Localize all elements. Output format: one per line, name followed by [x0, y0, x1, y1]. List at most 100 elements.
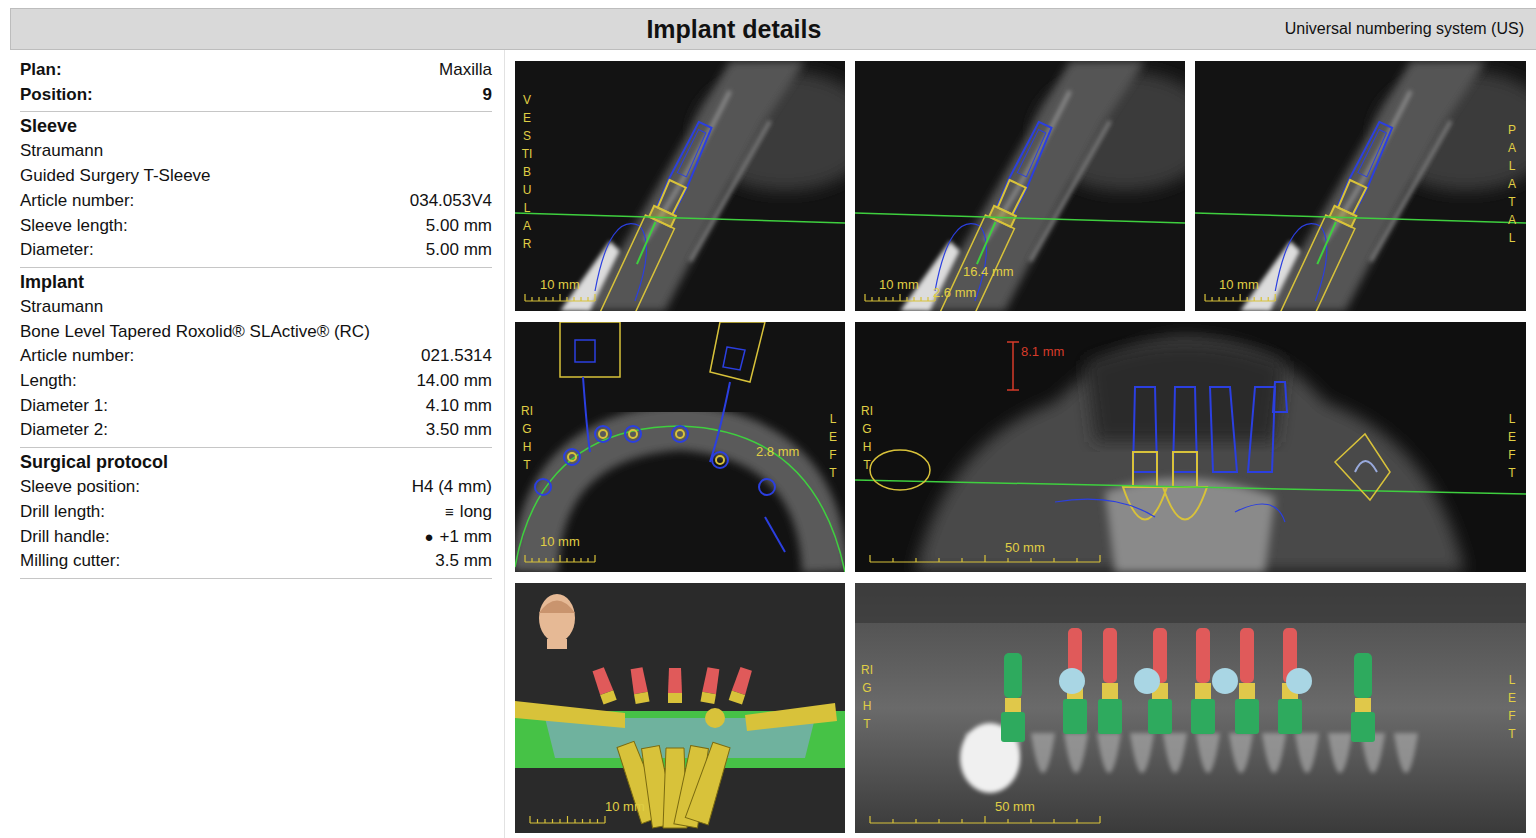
value-text: H4 (4 mm) — [412, 477, 492, 496]
cross-section-image — [1195, 61, 1526, 311]
detail-value: ≡ long — [445, 500, 492, 525]
scale-label: 50 mm — [995, 799, 1035, 814]
detail-row: Position: 9 — [20, 83, 492, 108]
value-text: +1 mm — [440, 527, 492, 546]
measurement-label: 2.6 mm — [933, 285, 976, 300]
detail-row: Sleeve length: 5.00 mm — [20, 214, 492, 239]
cross-section-view[interactable]: 10 mm 16.4 mm 2.6 mm — [855, 61, 1185, 311]
detail-section: Surgical protocolSleeve position:H4 (4 m… — [20, 448, 492, 579]
3d-view[interactable]: 10 mm — [515, 583, 845, 833]
detail-line: Straumann — [20, 139, 492, 164]
detail-line: Guided Surgery T-Sleeve — [20, 164, 492, 189]
detail-value: 3.50 mm — [426, 418, 492, 443]
measurement-label: 2.8 mm — [756, 444, 799, 459]
detail-value: 034.053V4 — [410, 189, 492, 214]
detail-label: Drill length: — [20, 500, 105, 525]
window-title: Implant details — [23, 9, 1285, 49]
detail-row: Article number: 034.053V4 — [20, 189, 492, 214]
title-bar: Implant detailsUniversal numbering syste… — [10, 8, 1536, 50]
value-text: 021.5314 — [421, 346, 492, 365]
value-text: 5.00 mm — [426, 216, 492, 235]
detail-row: Diameter: 5.00 mm — [20, 238, 492, 263]
value-text: 14.00 mm — [416, 371, 492, 390]
detail-section: Plan: Maxilla Position: 9 — [20, 56, 492, 112]
orientation-label: RIGHT — [521, 402, 533, 474]
detail-label: Diameter 1: — [20, 394, 108, 419]
panoramic-image — [855, 583, 1526, 833]
detail-label: Length: — [20, 369, 77, 394]
detail-label: Position: — [20, 83, 93, 108]
scale-label: 10 mm — [540, 534, 580, 549]
value-text: 4.10 mm — [426, 396, 492, 415]
panoramic-view[interactable]: RIGHT LEFT 50 mm — [855, 583, 1526, 833]
orientation-label: LEFT — [1506, 410, 1518, 482]
cross-section-view[interactable]: PALATAL 10 mm — [1195, 61, 1526, 311]
value-text: Maxilla — [439, 60, 492, 79]
section-title: Sleeve — [20, 114, 492, 139]
detail-label: Sleeve length: — [20, 214, 128, 239]
scale-label: 10 mm — [605, 799, 645, 814]
drill-handle-icon: ● — [425, 525, 434, 550]
drill-length-icon: ≡ — [445, 500, 454, 525]
measurement-label: 8.1 mm — [1021, 344, 1064, 359]
detail-value: H4 (4 mm) — [412, 475, 492, 500]
detail-label: Diameter: — [20, 238, 94, 263]
detail-line: Bone Level Tapered Roxolid® SLActive® (R… — [20, 320, 492, 345]
scale-label: 50 mm — [1005, 540, 1045, 555]
value-text: 034.053V4 — [410, 191, 492, 210]
detail-row: Diameter 1: 4.10 mm — [20, 394, 492, 419]
orientation-label: LEFT — [827, 410, 839, 482]
section-title: Implant — [20, 270, 492, 295]
detail-label: Article number: — [20, 344, 134, 369]
implant-details-window: Implant detailsUniversal numbering syste… — [0, 0, 1536, 838]
detail-row: Drill length: ≡ long — [20, 500, 492, 525]
coronal-view[interactable]: RIGHT LEFT 8.1 mm 50 mm — [855, 322, 1526, 572]
detail-label: Milling cutter: — [20, 549, 120, 574]
numbering-system: Universal numbering system (US) — [1285, 9, 1524, 49]
detail-row: Plan: Maxilla — [20, 58, 492, 83]
cross-section-image — [855, 61, 1185, 311]
detail-line: Straumann — [20, 295, 492, 320]
detail-value: Maxilla — [439, 58, 492, 83]
cross-section-image — [515, 61, 845, 311]
measurement-label: 16.4 mm — [963, 264, 1014, 279]
3d-image — [515, 583, 845, 833]
coronal-image — [855, 322, 1526, 572]
orientation-label: RIGHT — [861, 661, 873, 733]
detail-value: 5.00 mm — [426, 238, 492, 263]
detail-label: Drill handle: — [20, 525, 110, 550]
axial-view[interactable]: RIGHT LEFT 10 mm 2.8 mm — [515, 322, 845, 572]
value-text: 5.00 mm — [426, 240, 492, 259]
orientation-label: LEFT — [1506, 671, 1518, 743]
scale-label: 10 mm — [1219, 277, 1259, 292]
value-text: 3.5 mm — [435, 551, 492, 570]
detail-row: Drill handle: ● +1 mm — [20, 525, 492, 550]
value-text: 3.50 mm — [426, 420, 492, 439]
orientation-label: PALATAL — [1506, 121, 1518, 247]
detail-label: Diameter 2: — [20, 418, 108, 443]
detail-value: 5.00 mm — [426, 214, 492, 239]
image-views: VESTIBULAR10 mm10 mm16.4 mm2.6 mmPALATAL… — [515, 50, 1526, 838]
scale-label: 10 mm — [879, 277, 919, 292]
detail-label: Article number: — [20, 189, 134, 214]
details-panel: Plan:MaxillaPosition:9SleeveStraumannGui… — [10, 50, 505, 838]
detail-label: Plan: — [20, 58, 62, 83]
detail-section: SleeveStraumannGuided Surgery T-SleeveAr… — [20, 112, 492, 268]
detail-row: Sleeve position: H4 (4 mm) — [20, 475, 492, 500]
value-text: long — [460, 502, 492, 521]
detail-value: ● +1 mm — [425, 525, 493, 550]
detail-value: 021.5314 — [421, 344, 492, 369]
detail-row: Article number: 021.5314 — [20, 344, 492, 369]
detail-row: Milling cutter: 3.5 mm — [20, 549, 492, 574]
detail-label: Sleeve position: — [20, 475, 140, 500]
content-area: Plan:MaxillaPosition:9SleeveStraumannGui… — [10, 50, 1536, 838]
detail-value: 9 — [483, 83, 492, 108]
detail-value: 3.5 mm — [435, 549, 492, 574]
scale-label: 10 mm — [540, 277, 580, 292]
detail-value: 14.00 mm — [416, 369, 492, 394]
detail-row: Diameter 2: 3.50 mm — [20, 418, 492, 443]
value-text: 9 — [483, 85, 492, 104]
orientation-label: RIGHT — [861, 402, 873, 474]
cross-section-view[interactable]: VESTIBULAR10 mm — [515, 61, 845, 311]
detail-row: Length: 14.00 mm — [20, 369, 492, 394]
